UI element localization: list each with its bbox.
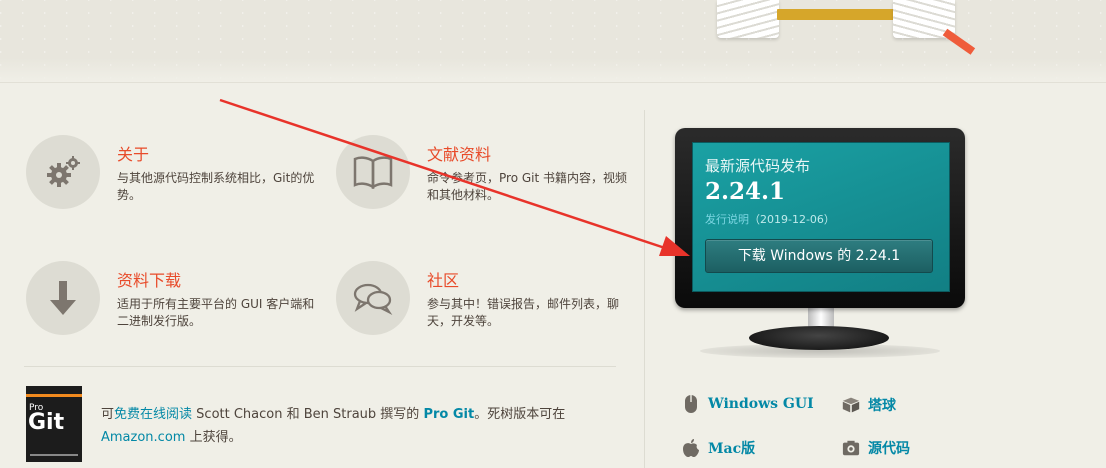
book-icon (336, 135, 410, 209)
download-arrow-icon (26, 261, 100, 335)
book-description: 可免费在线阅读 Scott Chacon 和 Ben Straub 撰写的 Pr… (101, 403, 621, 449)
mac-link[interactable]: Mac版 (682, 438, 755, 458)
cover-stripe (26, 394, 82, 397)
read-online-link[interactable]: 免费在线阅读 (114, 407, 192, 422)
monitor-stand (749, 326, 889, 350)
pro-git-book-cover[interactable]: Pro Git (26, 386, 82, 462)
decorative-red-strip (942, 28, 976, 55)
apple-icon (682, 439, 700, 457)
feature-downloads[interactable]: 资料下载 适用于所有主要平台的 GUI 客户端和二进制发行版。 (26, 261, 326, 351)
feature-about[interactable]: 关于 与其他源代码控制系统相比，Git的优势。 (26, 135, 326, 225)
release-notes: 发行说明（2019-12-06） (705, 211, 835, 227)
monitor-screen: 最新源代码发布 2.24.1 发行说明（2019-12-06） 下载 Windo… (692, 142, 950, 292)
tarballs-link[interactable]: 塔球 (842, 395, 896, 415)
decorative-stack-left (717, 0, 779, 38)
feature-documentation[interactable]: 文献资料 命令参考页，Pro Git 书籍内容，视频和其他材料。 (336, 135, 636, 225)
book-suffix: 。死树版本可在 (474, 407, 566, 422)
source-code-label[interactable]: 源代码 (868, 438, 910, 458)
mouse-icon (682, 395, 700, 413)
feature-title[interactable]: 资料下载 (117, 271, 181, 291)
tarballs-label[interactable]: 塔球 (868, 395, 896, 415)
feature-community[interactable]: 社区 参与其中！错误报告，邮件列表，聊天，开发等。 (336, 261, 636, 351)
gear-icon (26, 135, 100, 209)
windows-gui-link[interactable]: Windows GUI (682, 395, 814, 413)
section-divider (24, 366, 616, 367)
release-notes-link[interactable]: 发行说明 (705, 213, 749, 226)
release-monitor: 最新源代码发布 2.24.1 发行说明（2019-12-06） 下载 Windo… (675, 128, 965, 308)
feature-description: 适用于所有主要平台的 GUI 客户端和二进制发行版。 (117, 297, 315, 328)
source-code-link[interactable]: 源代码 (842, 438, 910, 458)
release-version: 2.24.1 (705, 178, 786, 205)
book-prefix: 可 (101, 407, 115, 422)
package-icon (842, 396, 860, 414)
feature-title[interactable]: 文献资料 (427, 145, 491, 165)
amazon-link[interactable]: Amazon.com (101, 430, 185, 445)
pro-git-book-section: Pro Git 可免费在线阅读 Scott Chacon 和 Ben Strau… (26, 386, 626, 466)
cover-git-text: Git (28, 410, 65, 435)
feature-title[interactable]: 社区 (427, 271, 459, 291)
download-windows-button[interactable]: 下载 Windows 的 2.24.1 (705, 239, 933, 273)
chat-bubbles-icon (336, 261, 410, 335)
source-code-icon (842, 439, 860, 457)
book-end: 上获得。 (185, 430, 242, 445)
cover-footer-line (30, 454, 78, 456)
decorative-branch-bar (777, 9, 895, 20)
pro-git-link[interactable]: Pro Git (423, 407, 474, 422)
header-decoration (0, 0, 1106, 83)
feature-description: 参与其中！错误报告，邮件列表，聊天，开发等。 (427, 297, 620, 328)
release-date: （2019-12-06） (749, 213, 835, 226)
feature-title[interactable]: 关于 (117, 145, 149, 165)
column-divider (644, 110, 645, 468)
feature-description: 与其他源代码控制系统相比，Git的优势。 (117, 171, 315, 202)
book-middle: Scott Chacon 和 Ben Straub 撰写的 (192, 407, 424, 422)
release-heading: 最新源代码发布 (705, 157, 811, 175)
feature-description: 命令参考页，Pro Git 书籍内容，视频和其他材料。 (427, 171, 628, 202)
windows-gui-label[interactable]: Windows GUI (708, 396, 814, 412)
mac-label[interactable]: Mac版 (708, 438, 755, 458)
